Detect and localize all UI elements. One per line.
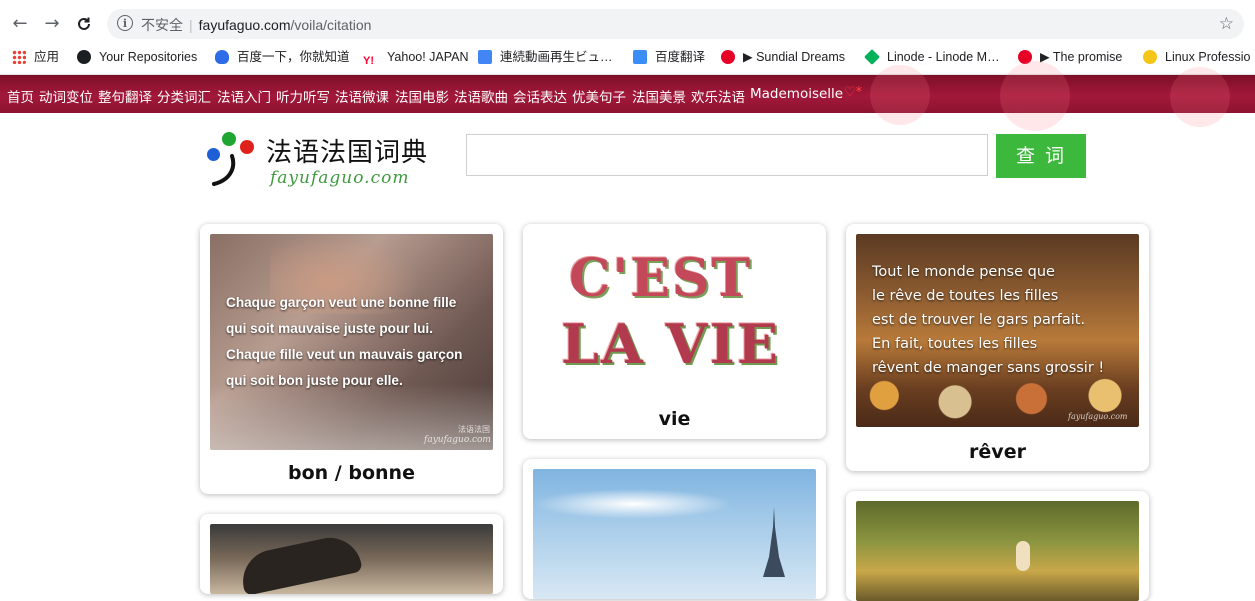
linux-icon (1143, 50, 1157, 64)
bookmark-apps[interactable]: 应用 (12, 48, 59, 68)
nav-listening[interactable]: 听力听写 (276, 86, 330, 106)
site-nav: 首页 动词变位 整句翻译 分类词汇 法语入门 听力听写 法语微课 法国电影 法语… (0, 61, 1255, 131)
back-button[interactable]: ← (8, 12, 32, 36)
nav-french-films[interactable]: 法国电影 (395, 86, 449, 106)
eiffel-tower-photo (533, 469, 816, 599)
quote-line: Chaque garçon veut une bonne fille (226, 295, 457, 310)
heart-icon: ♡* (844, 85, 863, 100)
nav-beginner[interactable]: 法语入门 (217, 86, 271, 106)
word-card[interactable] (846, 491, 1149, 601)
bookmark-yahoo-japan[interactable]: Y! Yahoo! JAPAN (363, 48, 469, 68)
bookmark-sundial-dreams[interactable]: ▶ Sundial Dreams (721, 48, 845, 68)
star-icon[interactable]: ☆ (1219, 14, 1234, 34)
hand-shape (237, 531, 363, 594)
bookmark-your-repositories[interactable]: Your Repositories (77, 48, 197, 68)
forest-path-photo (856, 501, 1139, 601)
url-text[interactable]: 不安全 | fayufaguo.com/voila/citation (141, 15, 371, 35)
nav-conversation[interactable]: 会话表达 (513, 86, 567, 106)
quote-line: Tout le monde pense que (872, 264, 1055, 280)
address-bar[interactable]: i 不安全 | fayufaguo.com/voila/citation ☆ (107, 9, 1244, 39)
bookmark-baidu[interactable]: 百度一下，你就知道 (215, 48, 350, 68)
word-card-vie[interactable]: C'EST LA VIE vie (523, 224, 826, 439)
baidu-paw-icon (215, 50, 229, 64)
nav-home[interactable]: 首页 (7, 86, 34, 106)
nav-mademoiselle[interactable]: Mademoiselle (750, 86, 843, 102)
word-card-bon[interactable]: Chaque garçon veut une bonne fille qui s… (200, 224, 503, 494)
floral-lettering: C'EST LA VIE (533, 234, 816, 394)
lettering-line2: LA VIE (561, 312, 780, 376)
word-card-rever[interactable]: Tout le monde pense que le rêve de toute… (846, 224, 1149, 471)
reload-icon (78, 17, 90, 30)
translate-icon (633, 50, 647, 64)
quote-line: En fait, toutes les filles (872, 336, 1038, 352)
search-input[interactable] (466, 134, 988, 176)
bookmark-video-viewer[interactable]: 連続動画再生ビュ… (478, 48, 613, 68)
nav-france-scenery[interactable]: 法国美景 (632, 86, 686, 106)
arrow-left-icon: ← (12, 13, 28, 34)
yahoo-icon: Y! (363, 55, 374, 67)
quote-line: qui soit mauvaise juste pour lui. (226, 321, 433, 336)
quote-line: Chaque fille veut un mauvais garçon (226, 347, 463, 362)
github-icon (77, 50, 91, 64)
url-path: /voila/citation (290, 17, 372, 33)
doc-icon (478, 50, 492, 64)
nav-fun-french[interactable]: 欢乐法语 (691, 86, 745, 106)
reload-button[interactable] (72, 12, 96, 36)
lettering-line1: C'EST (569, 248, 753, 309)
logo-smile-icon (212, 154, 236, 186)
nav-vocabulary[interactable]: 分类词汇 (157, 86, 211, 106)
watermark: fayufaguo.com (1068, 412, 1128, 421)
arrow-right-icon: → (44, 13, 60, 34)
quote-line: rêvent de manger sans grossir ! (872, 360, 1105, 376)
bookmark-baidu-translate[interactable]: 百度翻译 (633, 48, 705, 68)
word-card[interactable] (523, 459, 826, 599)
nav-micro-lessons[interactable]: 法语微课 (335, 86, 389, 106)
logo-title: 法语法国词典 (266, 138, 429, 168)
info-icon[interactable]: i (117, 15, 133, 31)
quote-line: qui soit bon juste pour elle. (226, 373, 403, 388)
nav-french-songs[interactable]: 法语歌曲 (454, 86, 508, 106)
couple-photo: Chaque garçon veut une bonne fille qui s… (210, 234, 493, 450)
site-logo[interactable]: 法语法国词典 fayufaguo.com (206, 128, 446, 194)
bookmark-linode[interactable]: Linode - Linode M… (864, 48, 1000, 68)
quote-line: est de trouver le gars parfait. (872, 312, 1086, 328)
nav-decoration (1170, 67, 1230, 127)
watermark: fayufaguo.com (424, 435, 491, 445)
hands-photo (210, 524, 493, 594)
bookmark-linux-professional[interactable]: Linux Professio (1143, 48, 1250, 68)
card-word: vie (658, 408, 691, 430)
nav-beautiful-sentences[interactable]: 优美句子 (572, 86, 626, 106)
card-quote: Chaque garçon veut une bonne fille qui s… (226, 290, 462, 394)
bookmarks-bar: 应用 Your Repositories 百度一下，你就知道 Y! Yahoo! … (0, 42, 1255, 75)
nav-decoration (1000, 61, 1070, 131)
linode-icon (864, 49, 880, 65)
pastry-shop-photo: Tout le monde pense que le rêve de toute… (856, 234, 1139, 427)
eiffel-tower-icon (763, 507, 785, 577)
url-host: fayufaguo.com (198, 17, 291, 33)
logo-subtitle: fayufaguo.com (270, 168, 410, 188)
nav-conjugation[interactable]: 动词变位 (39, 86, 93, 106)
logo-dot-green (222, 132, 236, 146)
logo-dot-red (240, 140, 254, 154)
nav-sentence-translation[interactable]: 整句翻译 (98, 86, 152, 106)
person-figure (1016, 541, 1030, 571)
watermark-cn: 法语法国 (458, 425, 490, 434)
card-word: rêver (969, 441, 1026, 463)
card-word: bon / bonne (288, 462, 415, 484)
security-label: 不安全 (141, 17, 183, 33)
cloud (533, 489, 733, 519)
netease-music-icon (721, 50, 735, 64)
apps-grid-icon (12, 50, 26, 64)
quote-line: le rêve de toutes les filles (872, 288, 1059, 304)
search-button[interactable]: 查 词 (996, 134, 1086, 178)
word-card[interactable] (200, 514, 503, 594)
toolbar: ← → i 不安全 | fayufaguo.com/voila/citation ☆ (0, 6, 1255, 42)
nav-decoration (870, 65, 930, 125)
forward-button[interactable]: → (40, 12, 64, 36)
card-quote: Tout le monde pense que le rêve de toute… (872, 260, 1104, 380)
